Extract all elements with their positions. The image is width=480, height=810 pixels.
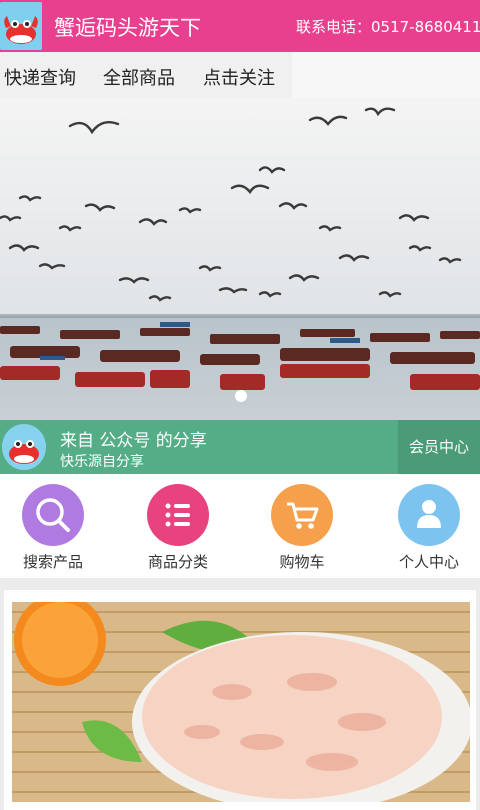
harbor-seagulls-image	[0, 98, 480, 420]
product-card[interactable]	[4, 590, 476, 810]
cart-icon	[271, 484, 333, 546]
quick-cart[interactable]: 购物车	[247, 484, 357, 572]
contact-phone[interactable]: 联系电话：0517-86804118	[296, 16, 480, 37]
crab-logo-icon[interactable]	[0, 2, 42, 50]
quick-categories-label: 商品分类	[147, 553, 208, 571]
share-source-text: 来自 公众号 的分享	[60, 431, 207, 451]
share-slogan: 快乐源自分享	[60, 454, 144, 470]
quick-categories[interactable]: 商品分类	[123, 484, 233, 572]
banner-carousel[interactable]	[0, 98, 480, 420]
top-nav: 快递查询 全部商品 点击关注	[0, 52, 292, 100]
crab-avatar-icon	[2, 424, 46, 470]
app-title: 蟹逅码头游天下	[54, 16, 201, 40]
carousel-dot-active[interactable]	[235, 390, 247, 402]
app-header: 蟹逅码头游天下 联系电话：0517-86804118	[0, 0, 480, 52]
quick-profile[interactable]: 个人中心	[374, 484, 480, 572]
search-icon	[22, 484, 84, 546]
list-icon	[147, 484, 209, 546]
quick-menu: 搜索产品 商品分类 购物车 个人中心	[0, 474, 480, 578]
member-center-button[interactable]: 会员中心	[398, 420, 480, 474]
nav-all-products[interactable]: 全部商品	[103, 64, 175, 90]
quick-search-label: 搜索产品	[22, 553, 83, 571]
top-nav-filler	[292, 52, 480, 100]
share-bar: 来自 公众号 的分享 快乐源自分享 会员中心	[0, 420, 480, 474]
quick-search-products[interactable]: 搜索产品	[0, 484, 108, 572]
user-icon	[398, 484, 460, 546]
nav-express-tracking[interactable]: 快递查询	[4, 64, 76, 90]
quick-cart-label: 购物车	[279, 553, 325, 571]
quick-profile-label: 个人中心	[398, 553, 459, 571]
product-image[interactable]	[12, 602, 470, 802]
nav-follow[interactable]: 点击关注	[203, 64, 275, 90]
